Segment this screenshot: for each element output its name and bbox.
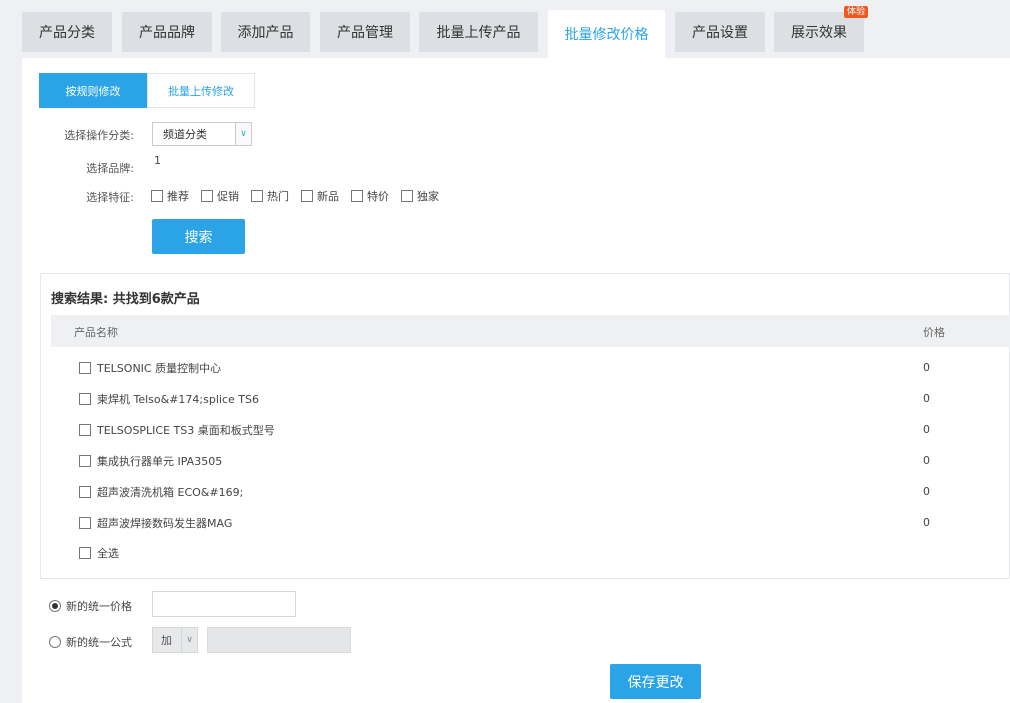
- tab-product-management[interactable]: 产品管理: [320, 12, 410, 52]
- brand-value: 1: [154, 154, 161, 167]
- tab-batch-upload[interactable]: 批量上传产品: [419, 12, 538, 52]
- table-row[interactable]: 柬焊机 Telso&#174;splice TS6 0: [79, 391, 979, 407]
- category-label: 选择操作分类:: [64, 129, 134, 142]
- checkbox[interactable]: [251, 190, 263, 202]
- checkbox[interactable]: [79, 424, 91, 436]
- feature-label: 推荐: [167, 190, 189, 203]
- trial-badge: 体验: [843, 6, 868, 18]
- table-row[interactable]: 集成执行器单元 IPA3505 0: [79, 453, 979, 469]
- feature-label: 新品: [317, 190, 339, 203]
- checkbox[interactable]: [79, 517, 91, 529]
- tab-product-settings[interactable]: 产品设置: [675, 12, 765, 52]
- product-price: 0: [923, 361, 930, 374]
- formula-operator-value: 加: [161, 634, 172, 647]
- results-title: 搜索结果: 共找到6款产品: [51, 292, 200, 307]
- unified-formula-radio[interactable]: [49, 636, 61, 648]
- subtab-batch-upload-edit[interactable]: 批量上传修改: [147, 73, 255, 108]
- feature-label: 独家: [417, 190, 439, 203]
- checkbox[interactable]: [301, 190, 313, 202]
- table-row[interactable]: 超声波清洗机箱 ECO&#169; 0: [79, 484, 979, 500]
- unified-price-radio[interactable]: [49, 600, 61, 612]
- unified-price-input[interactable]: [152, 591, 296, 617]
- tab-batch-price[interactable]: 批量修改价格: [548, 10, 665, 58]
- feature-new[interactable]: 新品: [301, 188, 339, 204]
- brand-label: 选择品牌:: [86, 162, 134, 175]
- product-price: 0: [923, 485, 930, 498]
- checkbox[interactable]: [401, 190, 413, 202]
- product-name: 柬焊机 Telso&#174;splice TS6: [97, 393, 259, 406]
- feature-promotion[interactable]: 促销: [201, 188, 239, 204]
- unified-formula-label: 新的统一公式: [66, 636, 132, 649]
- product-name: TELSONIC 质量控制中心: [97, 362, 222, 375]
- feature-label: 热门: [267, 190, 289, 203]
- feature-exclusive[interactable]: 独家: [401, 188, 439, 204]
- feature-hot[interactable]: 热门: [251, 188, 289, 204]
- select-all[interactable]: 全选: [79, 545, 979, 561]
- column-header-name: 产品名称: [74, 326, 118, 339]
- feature-special-price[interactable]: 特价: [351, 188, 389, 204]
- checkbox[interactable]: [79, 486, 91, 498]
- unified-price-option[interactable]: 新的统一价格: [49, 598, 132, 614]
- product-name: 超声波焊接数码发生器MAG: [97, 517, 233, 530]
- table-row[interactable]: TELSOSPLICE TS3 桌面和板式型号 0: [79, 422, 979, 438]
- select-all-label: 全选: [97, 547, 119, 560]
- checkbox[interactable]: [79, 362, 91, 374]
- checkbox[interactable]: [79, 455, 91, 467]
- checkbox[interactable]: [151, 190, 163, 202]
- checkbox[interactable]: [351, 190, 363, 202]
- chevron-down-icon: ∨: [235, 123, 251, 145]
- feature-label: 特价: [367, 190, 389, 203]
- formula-operator-select[interactable]: 加 ∨: [152, 627, 198, 653]
- product-name: TELSOSPLICE TS3 桌面和板式型号: [97, 424, 275, 437]
- tab-display-effect-label: 展示效果: [791, 25, 847, 41]
- product-name: 集成执行器单元 IPA3505: [97, 455, 223, 468]
- top-tab-bar: 产品分类 产品品牌 添加产品 产品管理 批量上传产品 批量修改价格 产品设置 展…: [0, 0, 1010, 58]
- table-row[interactable]: 超声波焊接数码发生器MAG 0: [79, 515, 979, 531]
- tab-product-category[interactable]: 产品分类: [22, 12, 112, 52]
- tab-product-brand[interactable]: 产品品牌: [122, 12, 212, 52]
- checkbox[interactable]: [79, 393, 91, 405]
- results-table-header: 产品名称 价格: [51, 315, 1010, 347]
- category-select[interactable]: 频道分类 ∨: [152, 122, 252, 146]
- product-price: 0: [923, 423, 930, 436]
- subtab-rule-edit[interactable]: 按规则修改: [39, 73, 147, 108]
- product-name: 超声波清洗机箱 ECO&#169;: [97, 486, 244, 499]
- search-button[interactable]: 搜索: [152, 219, 245, 254]
- unified-formula-option[interactable]: 新的统一公式: [49, 634, 132, 650]
- product-price: 0: [923, 516, 930, 529]
- main-panel: 按规则修改 批量上传修改 选择操作分类: 频道分类 ∨ 选择品牌: 1 选择特征…: [22, 58, 1010, 703]
- product-price: 0: [923, 392, 930, 405]
- column-header-price: 价格: [923, 326, 945, 339]
- formula-value-input[interactable]: [207, 627, 351, 653]
- feature-label: 促销: [217, 190, 239, 203]
- category-value: 频道分类: [163, 128, 207, 141]
- checkbox[interactable]: [201, 190, 213, 202]
- tab-display-effect[interactable]: 展示效果 体验: [774, 6, 868, 52]
- chevron-down-icon: ∨: [181, 628, 197, 652]
- table-row[interactable]: TELSONIC 质量控制中心 0: [79, 360, 979, 376]
- save-changes-button[interactable]: 保存更改: [610, 664, 701, 699]
- tab-add-product[interactable]: 添加产品: [221, 12, 310, 52]
- results-box: 搜索结果: 共找到6款产品 产品名称 价格 TELSONIC 质量控制中心 0 …: [40, 273, 1010, 579]
- features-label: 选择特征:: [86, 191, 134, 204]
- product-price: 0: [923, 454, 930, 467]
- unified-price-label: 新的统一价格: [66, 600, 132, 613]
- select-all-checkbox[interactable]: [79, 547, 91, 559]
- feature-recommend[interactable]: 推荐: [151, 188, 189, 204]
